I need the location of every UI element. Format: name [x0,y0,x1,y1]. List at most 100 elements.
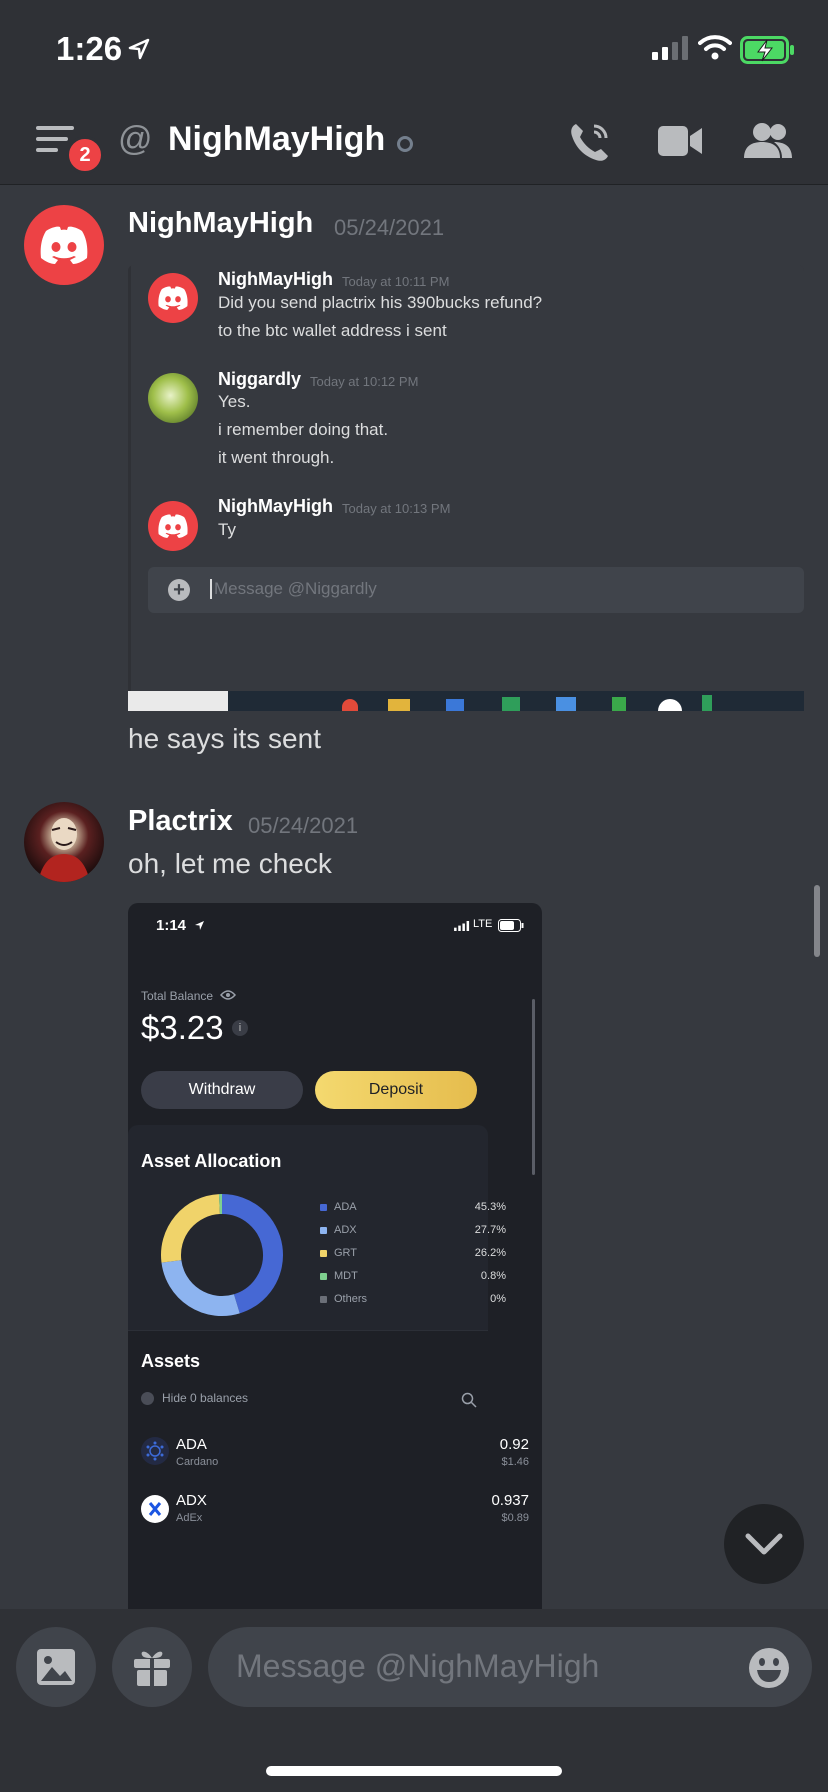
embedded-text: Did you send plactrix his 390bucks refun… [218,293,543,312]
discord-logo-icon [158,286,188,310]
plus-icon: + [168,579,190,601]
at-symbol: @ [118,120,153,158]
embedded-input-placeholder: Message @Niggardly [210,579,377,599]
status-time: 1:26 [56,30,123,67]
embedded-author: NighMayHigh [218,269,333,289]
embedded-timestamp: Today at 10:12 PM [310,374,419,389]
avatar [148,501,198,551]
cellular-signal-icon [454,921,470,931]
home-indicator [266,1766,562,1776]
chevron-down-icon [745,1533,783,1555]
attached-image[interactable]: NighMayHigh Today at 10:11 PM Did you se… [128,265,804,711]
legend-value: 0% [490,1293,506,1305]
jump-to-present-button[interactable] [724,1504,804,1584]
message-list[interactable]: NighMayHigh 05/24/2021 NighMayHigh Today… [0,185,828,1609]
presence-offline-indicator [397,136,413,152]
embedded-text: it went through. [218,448,335,467]
deposit-button: Deposit [315,1071,477,1109]
page-title: NighMayHigh [168,120,386,158]
avatar[interactable] [24,802,104,882]
avatar [148,273,198,323]
withdraw-button: Withdraw [141,1071,303,1109]
search-icon [461,1392,477,1408]
legend-swatch [320,1296,327,1303]
legend-swatch [320,1227,327,1234]
hide-balances-label: Hide 0 balances [162,1391,249,1405]
video-call-icon[interactable] [658,124,702,158]
message-timestamp: 05/24/2021 [248,813,359,838]
asset-name: AdEx [176,1512,203,1524]
message-author[interactable]: NighMayHigh [128,207,313,240]
discord-logo-icon [40,226,88,264]
legend-value: 0.8% [480,1270,506,1282]
mask-avatar-icon [38,818,90,882]
embedded-text: Ty [218,520,236,539]
asset-name: Cardano [176,1456,219,1468]
message-text: oh, let me check [128,848,332,879]
attached-image[interactable]: 1:14 LTE Total Balance $3.23 i Withdraw … [128,903,542,1609]
info-icon: i [232,1020,248,1036]
legend-label: Others [334,1293,368,1305]
cellular-signal-icon [652,36,688,60]
gift-button[interactable] [112,1627,192,1707]
unread-badge: 2 [66,136,104,174]
legend-value: 27.7% [474,1224,506,1236]
eye-icon [220,990,236,1000]
wifi-icon [698,35,732,60]
embedded-network: LTE [473,918,493,930]
legend-swatch [320,1250,327,1257]
legend-label: ADX [334,1224,357,1236]
battery-icon [498,919,524,932]
avatar[interactable] [24,205,104,285]
embedded-timestamp: Today at 10:13 PM [342,501,451,516]
image-icon [37,1649,75,1685]
emoji-icon[interactable] [748,1647,790,1689]
embedded-timestamp: Today at 10:11 PM [342,274,450,289]
message-input-placeholder: Message @NighMayHigh [236,1648,600,1684]
scrollbar [532,999,535,1175]
divider [128,265,131,691]
scrollbar[interactable] [814,885,820,957]
total-balance-label: Total Balance [141,989,214,1003]
allocation-title: Asset Allocation [141,1151,282,1171]
asset-amount: 0.92 [499,1436,529,1453]
asset-usd: $1.46 [501,1456,529,1468]
embedded-author: Niggardly [218,369,302,389]
message-timestamp: 05/24/2021 [334,215,445,240]
legend-label: GRT [334,1247,358,1259]
legend-swatch [320,1204,327,1211]
allocation-donut-chart [161,1194,283,1316]
location-arrow-icon [128,38,150,60]
total-balance: $3.23 [141,1009,224,1046]
asset-symbol: ADX [176,1492,207,1509]
embedded-author: NighMayHigh [218,496,333,516]
asset-symbol: ADA [176,1436,207,1453]
donut-slice-ada [221,1194,283,1314]
location-arrow-icon [195,921,204,930]
legend-value: 26.2% [474,1247,506,1259]
voice-call-icon[interactable] [568,120,612,164]
assets-title: Assets [141,1351,201,1371]
discord-logo-icon [158,514,188,538]
cardano-icon [141,1437,169,1465]
avatar [148,373,198,423]
asset-usd: $0.89 [501,1512,529,1524]
embedded-text: Yes. [218,392,251,411]
embedded-taskbar [128,691,804,711]
message-author[interactable]: Plactrix [128,805,233,838]
donut-slice-adx [161,1259,240,1316]
embedded-text: to the btc wallet address i sent [218,321,447,340]
attach-image-button[interactable] [16,1627,96,1707]
adex-icon [141,1495,169,1523]
legend-label: MDT [334,1270,358,1282]
legend-value: 45.3% [474,1201,506,1213]
message-text: he says its sent [128,723,321,754]
divider [128,1330,488,1331]
asset-amount: 0.937 [491,1492,529,1509]
embedded-status-time: 1:14 [156,917,187,934]
battery-charging-icon [740,36,794,64]
members-icon[interactable] [744,122,792,160]
donut-slice-grt [161,1194,221,1263]
embedded-text: i remember doing that. [218,420,389,439]
gift-icon [134,1651,170,1686]
